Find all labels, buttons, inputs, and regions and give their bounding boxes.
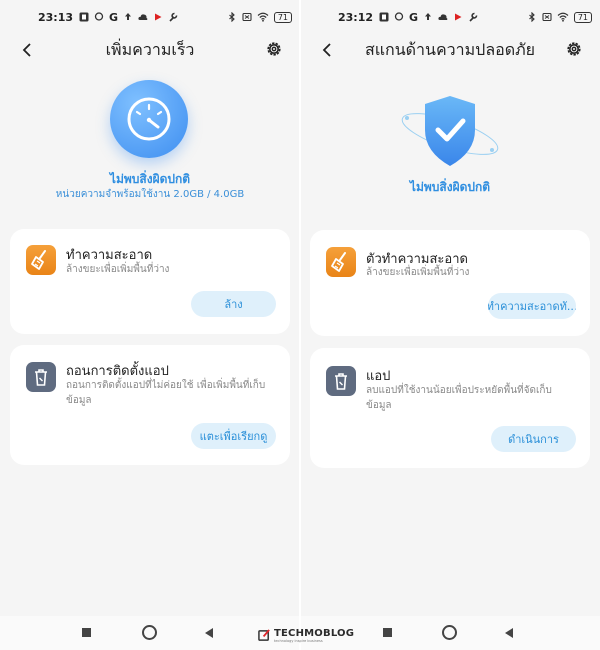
home-button[interactable] xyxy=(142,625,157,640)
top-bar: สแกนด้านความปลอดภัย xyxy=(300,34,600,66)
security-scan-screen: 23:12 G 71 สแกนด้านความปลอดภัย ไม่พบสิ่ง… xyxy=(300,0,600,650)
gear-icon[interactable] xyxy=(564,39,584,59)
memory-usage: หน่วยความจำพร้อมใช้งาน 2.0GB / 4.0GB xyxy=(55,189,245,200)
wrench-icon xyxy=(169,12,178,22)
chevron-left-icon[interactable] xyxy=(318,40,338,60)
recents-button[interactable] xyxy=(383,628,392,637)
scan-status: ไม่พบสิ่งผิดปกติ xyxy=(409,180,491,194)
page-title: สแกนด้านความปลอดภัย xyxy=(364,39,536,59)
google-icon: G xyxy=(409,10,419,24)
speed-boost-screen: 23:13 G 71 เพิ่มความเร็ว ไม่พบสิ่งผิดปกต… xyxy=(0,0,300,650)
status-time: 23:13 xyxy=(38,10,74,24)
notification-icons: G xyxy=(79,11,178,24)
home-button[interactable] xyxy=(442,625,457,640)
techmoblog-logo xyxy=(258,629,270,641)
status-bar: 23:12 G 71 xyxy=(300,0,600,34)
card-description: ล้างขยะเพื่อเพิ่มพื้นที่ว่าง xyxy=(366,267,470,278)
status-bar: 23:13 G 71 xyxy=(0,0,300,34)
youtube-icon xyxy=(155,13,162,21)
card-description: ลบแอปที่ใช้งานน้อยเพื่อประหยัดพื้นที่จัด… xyxy=(366,385,552,411)
screen-divider xyxy=(299,0,301,650)
watermark-name: TECHMOBLOG xyxy=(274,628,355,639)
recents-button[interactable] xyxy=(82,628,91,637)
trash-icon xyxy=(26,362,56,392)
apps-card: แอป ลบแอปที่ใช้งานน้อยเพื่อประหยัดพื้นที… xyxy=(310,348,590,468)
upload-icon xyxy=(125,13,132,20)
no-sim-icon xyxy=(542,12,552,22)
back-nav-button[interactable] xyxy=(505,628,513,638)
google-icon: G xyxy=(109,10,119,24)
page-title: เพิ่มความเร็ว xyxy=(105,39,195,59)
app-notification-icon xyxy=(79,12,89,22)
cloud-icon xyxy=(138,14,148,20)
uninstall-card: ถอนการติดตั้งแอป ถอนการติดตั้งแอปที่ไม่ค… xyxy=(10,345,290,465)
browse-apps-button[interactable]: แตะเพื่อเรียกดู xyxy=(191,423,276,449)
system-icons: 71 xyxy=(227,11,292,23)
shield-check-icon xyxy=(401,96,499,166)
upload-icon xyxy=(425,13,432,20)
system-icons: 71 xyxy=(527,11,592,23)
clean-all-button[interactable]: ทำความสะอาดทั... xyxy=(488,293,576,319)
wifi-icon xyxy=(557,12,569,22)
location-icon xyxy=(94,12,104,21)
watermark-tagline: technology inspire business xyxy=(274,639,323,643)
card-description: ล้างขยะเพื่อเพิ่มพื้นที่ว่าง xyxy=(66,264,170,275)
navigation-bar xyxy=(0,616,300,650)
battery-indicator: 71 xyxy=(573,11,592,23)
cleaner-card: ตัวทำความสะอาด ล้างขยะเพื่อเพิ่มพื้นที่ว… xyxy=(310,230,590,336)
proceed-button[interactable]: ดำเนินการ xyxy=(491,426,576,452)
card-description: ถอนการติดตั้งแอปที่ไม่ค่อยใช้ เพื่อเพิ่ม… xyxy=(66,380,266,406)
chevron-left-icon[interactable] xyxy=(18,40,38,60)
clean-card: ทำความสะอาด ล้างขยะเพื่อเพิ่มพื้นที่ว่าง… xyxy=(10,229,290,334)
gear-icon[interactable] xyxy=(264,39,284,59)
broom-icon xyxy=(26,245,56,275)
app-notification-icon xyxy=(379,12,389,22)
bluetooth-icon xyxy=(228,12,235,22)
bluetooth-icon xyxy=(528,12,535,22)
wrench-icon xyxy=(469,12,478,22)
location-icon xyxy=(394,12,404,21)
watermark: TECHMOBLOG technology inspire business xyxy=(258,628,358,644)
top-bar: เพิ่มความเร็ว xyxy=(0,34,300,66)
no-sim-icon xyxy=(242,12,252,22)
broom-icon xyxy=(326,247,356,277)
notification-icons: G xyxy=(379,11,478,24)
wifi-icon xyxy=(257,12,269,22)
clean-button[interactable]: ล้าง xyxy=(191,291,276,317)
status-time: 23:12 xyxy=(338,10,374,24)
speedometer-icon xyxy=(127,97,171,141)
trash-icon xyxy=(326,366,356,396)
cloud-icon xyxy=(438,14,448,20)
back-nav-button[interactable] xyxy=(205,628,213,638)
battery-indicator: 71 xyxy=(273,11,292,23)
speedometer-badge xyxy=(110,80,188,158)
youtube-icon xyxy=(455,13,462,21)
